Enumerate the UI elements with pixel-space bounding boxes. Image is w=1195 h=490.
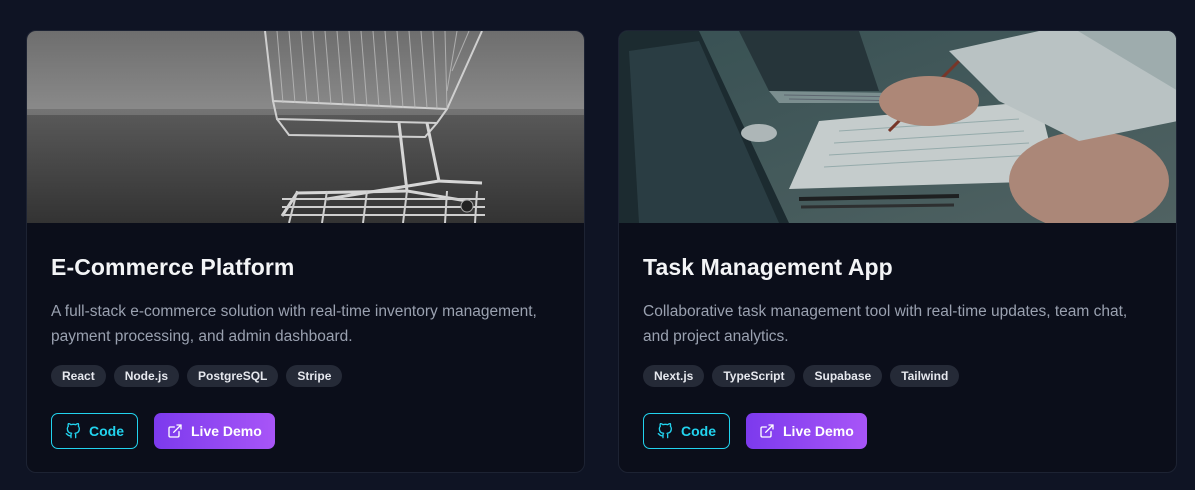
github-icon [65, 423, 81, 439]
tech-tag: Node.js [113, 365, 180, 387]
tech-tag: Next.js [643, 365, 705, 387]
project-description: A full-stack e-commerce solution with re… [51, 299, 560, 349]
github-icon [657, 423, 673, 439]
live-demo-button[interactable]: Live Demo [154, 413, 275, 449]
project-actions: Code Live Demo [643, 413, 867, 449]
tech-tag: PostgreSQL [187, 365, 279, 387]
tech-tag: Stripe [286, 365, 343, 387]
live-demo-button-label: Live Demo [191, 423, 262, 439]
project-title: E-Commerce Platform [51, 254, 295, 280]
description-line: Collaborative task management tool with … [643, 303, 1128, 320]
live-demo-button[interactable]: Live Demo [746, 413, 867, 449]
code-button[interactable]: Code [643, 413, 730, 449]
tech-tag: Supabase [803, 365, 883, 387]
tech-tags: React Node.js PostgreSQL Stripe [51, 365, 560, 387]
tech-tag: React [51, 365, 106, 387]
external-link-icon [167, 423, 183, 439]
code-button[interactable]: Code [51, 413, 138, 449]
project-description: Collaborative task management tool with … [643, 299, 1152, 349]
description-line: A full-stack e-commerce solution with re… [51, 303, 537, 320]
description-line: and project analytics. [643, 328, 789, 345]
tech-tag: TypeScript [712, 365, 796, 387]
project-image-laptop-paperwork [619, 31, 1176, 223]
external-link-icon [759, 423, 775, 439]
project-card-task-management: Task Management App Collaborative task m… [618, 30, 1177, 473]
project-card-ecommerce: E-Commerce Platform A full-stack e-comme… [26, 30, 585, 473]
description-line: payment processing, and admin dashboard. [51, 328, 353, 345]
live-demo-button-label: Live Demo [783, 423, 854, 439]
project-actions: Code Live Demo [51, 413, 275, 449]
project-image-shopping-cart [27, 31, 584, 223]
code-button-label: Code [89, 423, 124, 439]
project-title: Task Management App [643, 254, 893, 280]
tech-tag: Tailwind [890, 365, 960, 387]
tech-tags: Next.js TypeScript Supabase Tailwind [643, 365, 1152, 387]
projects-grid: E-Commerce Platform A full-stack e-comme… [26, 30, 1177, 473]
code-button-label: Code [681, 423, 716, 439]
